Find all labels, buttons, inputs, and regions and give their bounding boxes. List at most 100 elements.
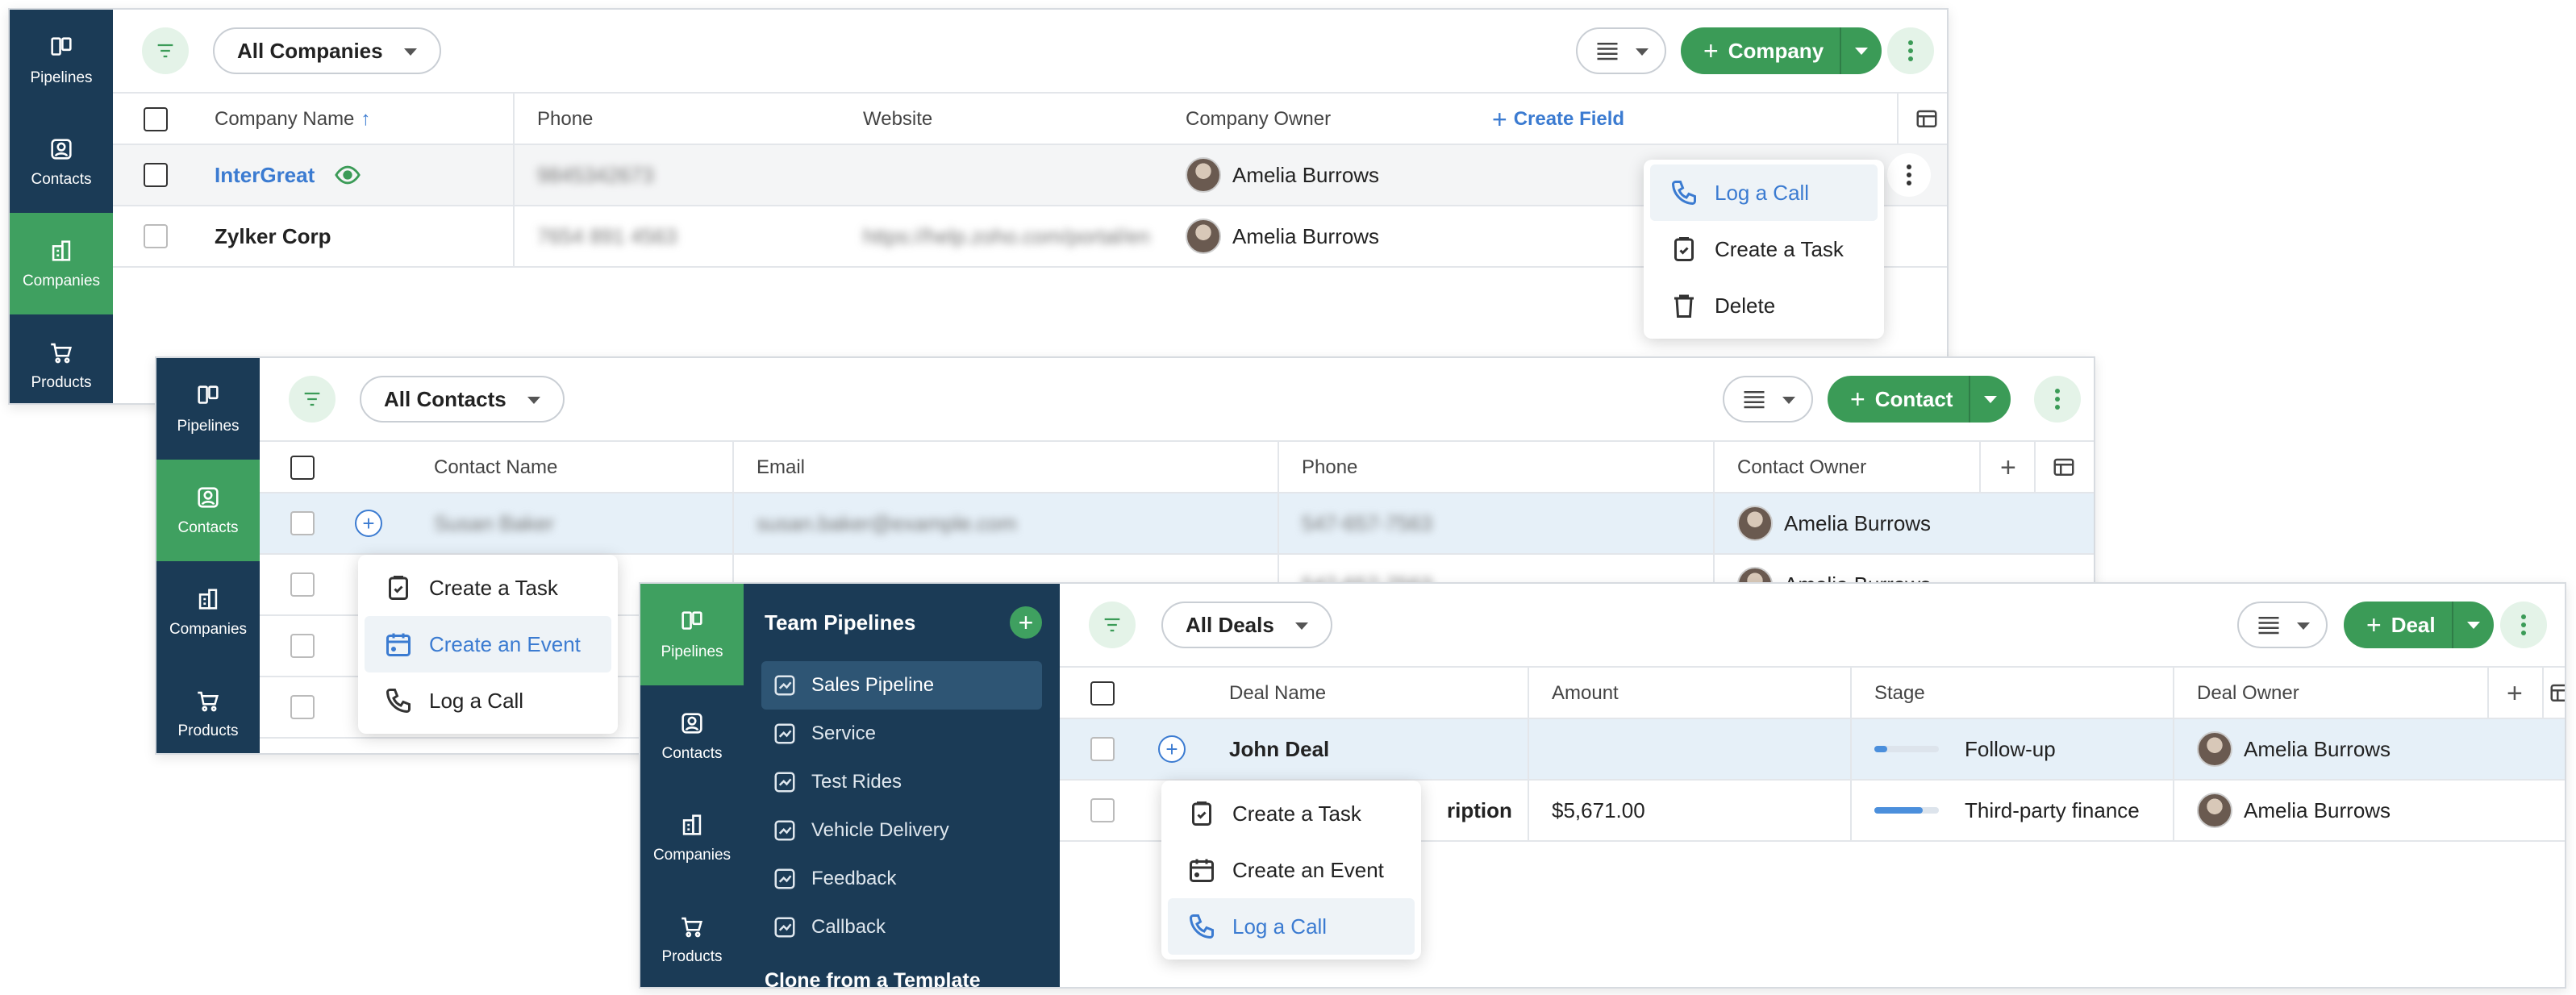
row-more-button[interactable] xyxy=(1887,145,1931,205)
row-checkbox[interactable] xyxy=(144,145,168,205)
rail-contacts[interactable]: Contacts xyxy=(640,685,744,787)
sidebar-item-test-rides[interactable]: Test Rides xyxy=(761,758,1042,806)
sidebar-item-feedback[interactable]: Feedback xyxy=(761,855,1042,903)
table-row[interactable]: + John Deal Follow-up Amelia Burrows xyxy=(1060,719,2565,781)
column-divider xyxy=(732,442,734,492)
table-row[interactable]: + Susan Baker susan.baker@example.com 54… xyxy=(260,493,2094,555)
column-email[interactable]: Email xyxy=(757,442,805,493)
column-company-name[interactable]: Company Name ↑ xyxy=(215,94,370,145)
create-field-button[interactable]: + Create Field xyxy=(1492,94,1624,145)
column-website[interactable]: Website xyxy=(863,94,932,145)
list-view-button[interactable] xyxy=(1723,376,1813,423)
sidebar-item-service[interactable]: Service xyxy=(761,710,1042,758)
clone-template-link[interactable]: Clone from a Template xyxy=(765,969,1060,987)
column-phone[interactable]: Phone xyxy=(1302,442,1357,493)
filter-button[interactable] xyxy=(1089,602,1136,648)
nav-rail: Pipelines Contacts Companies Products xyxy=(156,358,260,753)
sidebar-item-callback[interactable]: Callback xyxy=(761,903,1042,951)
add-pipeline-button[interactable]: + xyxy=(1010,606,1042,639)
row-checkbox[interactable] xyxy=(144,206,168,266)
more-options-button[interactable] xyxy=(2500,602,2547,648)
rail-label: Products xyxy=(661,948,723,965)
add-deal-button[interactable]: + Deal xyxy=(2344,602,2494,648)
toolbar: All Companies + Company xyxy=(113,10,1947,94)
filter-button[interactable] xyxy=(142,27,189,74)
list-view-button[interactable] xyxy=(2237,602,2328,648)
add-contact-dropdown[interactable] xyxy=(1969,376,2011,423)
menu-log-a-call[interactable]: Log a Call xyxy=(1650,164,1878,221)
rail-contacts[interactable]: Contacts xyxy=(156,460,260,561)
menu-create-event[interactable]: Create an Event xyxy=(1168,842,1415,898)
menu-create-task[interactable]: Create a Task xyxy=(1650,221,1878,277)
column-divider xyxy=(2034,442,2036,492)
rail-pipelines[interactable]: Pipelines xyxy=(156,358,260,460)
filter-button[interactable] xyxy=(289,376,336,423)
view-select[interactable]: All Contacts xyxy=(360,376,565,423)
calendar-icon xyxy=(386,633,411,656)
company-name[interactable]: Zylker Corp xyxy=(215,206,331,266)
rail-pipelines[interactable]: Pipelines xyxy=(10,10,113,111)
customize-columns-icon[interactable] xyxy=(2052,442,2076,493)
add-deal-dropdown[interactable] xyxy=(2451,602,2494,648)
view-select[interactable]: All Companies xyxy=(213,27,441,74)
customize-columns-icon[interactable] xyxy=(1915,94,1939,145)
menu-log-a-call[interactable]: Log a Call xyxy=(365,672,611,729)
company-name-link[interactable]: InterGreat xyxy=(215,145,361,205)
trend-icon xyxy=(774,820,795,841)
view-select[interactable]: All Deals xyxy=(1161,602,1332,648)
products-icon xyxy=(198,691,219,712)
add-column-icon[interactable]: + xyxy=(2507,668,2523,719)
menu-delete[interactable]: Delete xyxy=(1650,277,1878,334)
column-contact-owner[interactable]: Contact Owner xyxy=(1737,442,1866,493)
column-company-owner[interactable]: Company Owner xyxy=(1186,94,1331,145)
contact-name[interactable]: Susan Baker xyxy=(434,493,554,553)
rail-companies[interactable]: Companies xyxy=(640,787,744,889)
rail-companies[interactable]: Companies xyxy=(10,213,113,314)
column-stage[interactable]: Stage xyxy=(1874,668,1925,719)
rail-pipelines[interactable]: Pipelines xyxy=(640,584,744,685)
column-deal-name[interactable]: Deal Name xyxy=(1229,668,1326,719)
sidebar-item-vehicle-delivery[interactable]: Vehicle Delivery xyxy=(761,806,1042,855)
menu-create-task[interactable]: Create a Task xyxy=(1168,785,1415,842)
menu-create-task[interactable]: Create a Task xyxy=(365,560,611,616)
add-column-icon[interactable]: + xyxy=(2000,442,2016,493)
row-quick-add-button[interactable]: + xyxy=(1158,719,1186,779)
select-all-checkbox[interactable] xyxy=(290,442,315,493)
row-quick-add-button[interactable]: + xyxy=(355,493,382,553)
sidebar-item-sales-pipeline[interactable]: Sales Pipeline xyxy=(761,661,1042,710)
list-icon xyxy=(1744,391,1765,409)
more-options-button[interactable] xyxy=(2034,376,2081,423)
add-contact-button[interactable]: + Contact xyxy=(1828,376,2011,423)
rail-companies[interactable]: Companies xyxy=(156,561,260,663)
deal-name[interactable]: John Deal xyxy=(1229,719,1329,779)
select-all-checkbox[interactable] xyxy=(144,94,168,145)
select-all-checkbox[interactable] xyxy=(1090,668,1115,719)
rail-contacts[interactable]: Contacts xyxy=(10,111,113,213)
customize-columns-icon[interactable] xyxy=(2549,668,2565,719)
add-company-dropdown[interactable] xyxy=(1840,27,1882,74)
row-checkbox[interactable] xyxy=(1090,719,1115,779)
row-checkbox[interactable] xyxy=(290,555,315,614)
task-icon xyxy=(1674,237,1694,261)
column-divider xyxy=(1850,719,1852,779)
add-company-button[interactable]: + Company xyxy=(1681,27,1882,74)
column-deal-owner[interactable]: Deal Owner xyxy=(2197,668,2299,719)
rail-products[interactable]: Products xyxy=(156,663,260,753)
quick-add-menu: Create a Task Create an Event Log a Call xyxy=(1161,781,1421,960)
row-checkbox[interactable] xyxy=(290,616,315,676)
column-contact-name[interactable]: Contact Name xyxy=(434,442,557,493)
list-view-button[interactable] xyxy=(1576,27,1666,74)
eye-icon[interactable] xyxy=(334,161,361,189)
row-checkbox[interactable] xyxy=(290,677,315,737)
filter-icon xyxy=(1104,618,1120,632)
deal-name[interactable]: ription xyxy=(1447,781,1512,840)
menu-log-a-call[interactable]: Log a Call xyxy=(1168,898,1415,955)
more-options-button[interactable] xyxy=(1887,27,1934,74)
column-amount[interactable]: Amount xyxy=(1552,668,1619,719)
menu-create-event[interactable]: Create an Event xyxy=(365,616,611,672)
row-checkbox[interactable] xyxy=(290,493,315,553)
row-checkbox[interactable] xyxy=(1090,781,1115,840)
rail-products[interactable]: Products xyxy=(640,889,744,987)
rail-products[interactable]: Products xyxy=(10,314,113,403)
column-phone[interactable]: Phone xyxy=(537,94,593,145)
